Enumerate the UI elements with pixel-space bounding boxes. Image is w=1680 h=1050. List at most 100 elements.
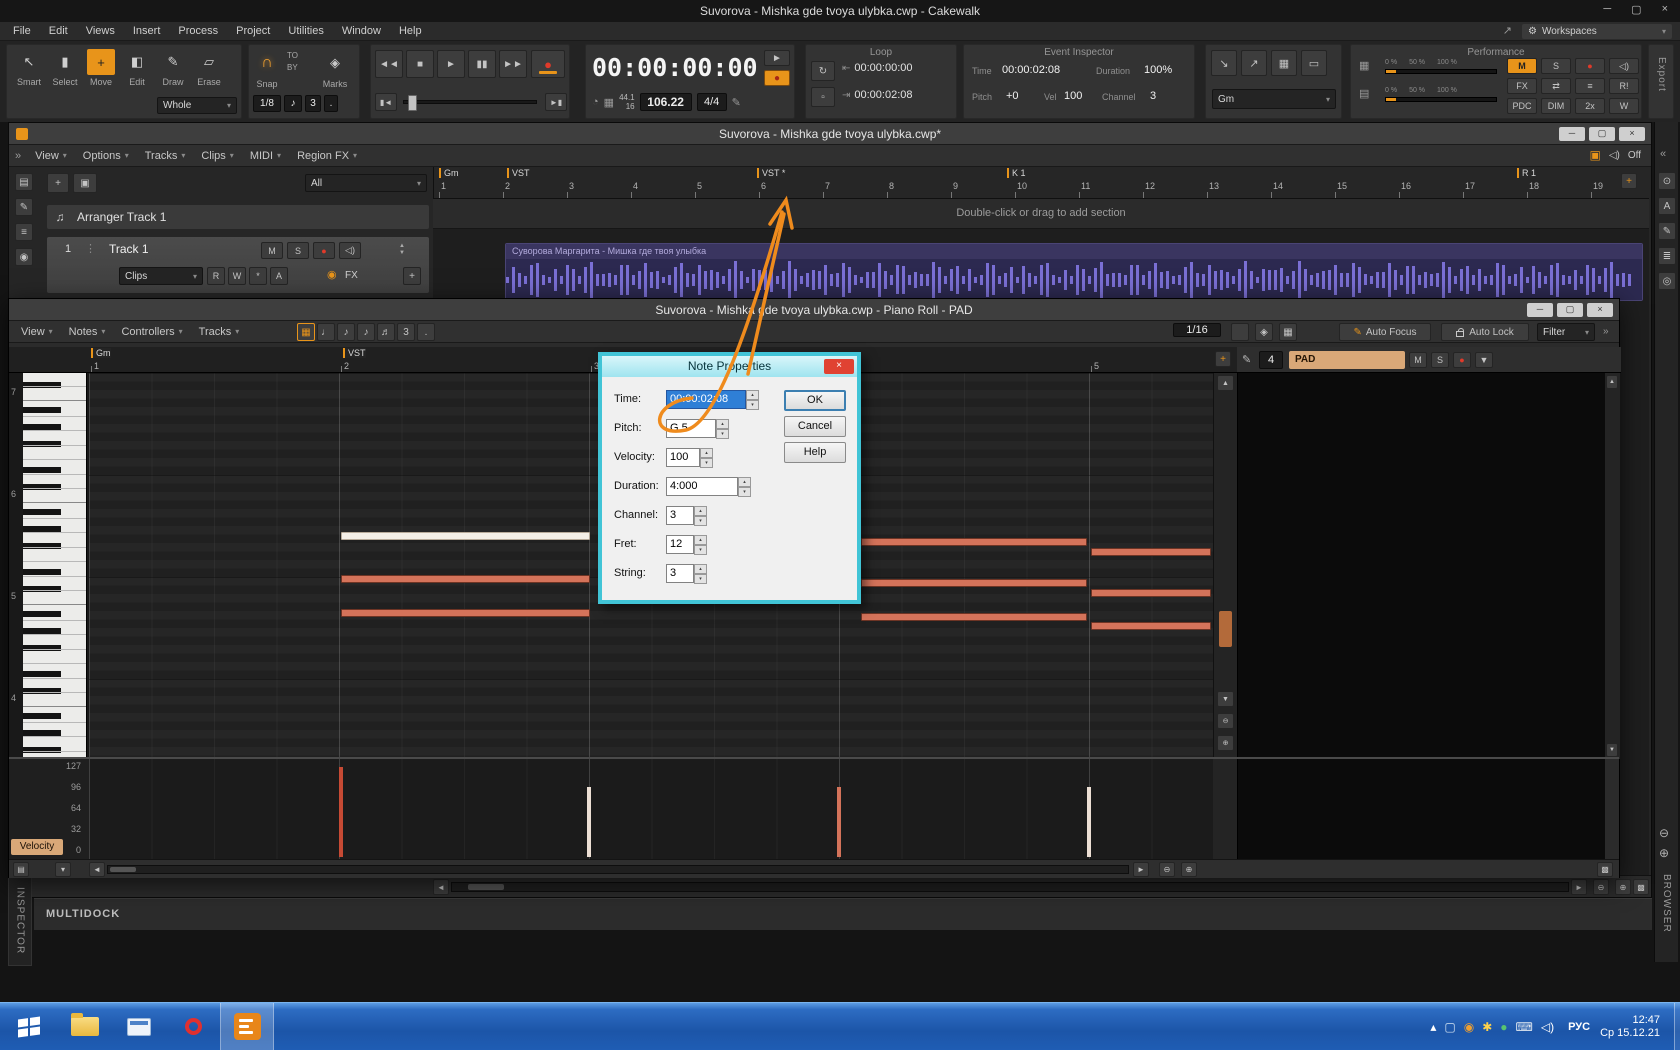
black-key[interactable] [23,568,61,575]
perf-button-1-1[interactable]: ⇄ [1541,78,1571,94]
track-mute-button[interactable]: M [261,242,283,259]
audio-clip[interactable]: Суворова Маргарита - Мишка где твоя улыб… [505,243,1643,301]
zoom-grid-icon[interactable]: ▩ [1633,879,1649,895]
note-tool-2[interactable]: ♪ [337,323,355,341]
ok-button[interactable]: OK [784,390,846,411]
position-slider-thumb[interactable] [408,95,417,111]
spin-down-icon[interactable]: ▾ [746,400,759,410]
zoom-in-icon[interactable]: ⊕ [1659,846,1669,860]
taskbar-explorer-button[interactable] [58,1003,112,1050]
meter-value[interactable]: 4/4 [696,93,727,111]
snap-dot-button[interactable]: . [324,95,338,112]
scroll-right-icon[interactable]: ► [1571,879,1587,895]
perf-button-1-2[interactable]: ≡ [1575,78,1605,94]
spin-down-icon[interactable]: ▾ [694,516,707,526]
mini-record-button[interactable]: ● [764,70,790,86]
restore-button[interactable]: ▢ [1589,127,1615,141]
show-desktop-button[interactable] [1674,1003,1680,1050]
perf-button-2-0[interactable]: PDC [1507,98,1537,114]
black-key[interactable] [23,543,61,549]
spinner[interactable]: ▴ ▾ [746,390,759,410]
velocity-bar[interactable] [339,767,343,857]
spin-up-icon[interactable]: ▴ [694,506,707,516]
inspector-tab[interactable]: INSPECTOR [8,876,32,966]
scrollbar-thumb[interactable] [1219,611,1232,647]
browser-tab[interactable]: BROWSER [1661,874,1672,933]
pencil-icon[interactable]: ✎ [1242,353,1251,366]
tray-icon-2[interactable]: ◉ [1464,1020,1474,1034]
auto-focus-button[interactable]: ✎ Auto Focus [1339,323,1431,341]
menu-edit[interactable]: Edit [49,25,68,37]
expand-icon[interactable]: ↗ [1503,24,1512,37]
spin-up-icon[interactable]: ▴ [716,419,729,429]
tray-icon-1[interactable]: ▢ [1444,1020,1455,1034]
scroll-up-icon[interactable]: ▲ [1606,375,1618,389]
velocity-bar[interactable] [587,787,591,857]
minimize-icon[interactable]: ─ [1603,3,1611,16]
scrollbar-thumb[interactable] [468,884,504,890]
ruler-add-icon[interactable]: + [1621,173,1637,189]
loop-start-row[interactable]: ⇤ 00:00:00:00 [842,62,913,74]
go-to-end-button[interactable]: ►▮ [545,93,567,111]
spinner[interactable]: ▴ ▾ [694,506,707,526]
loop-icon[interactable]: ↻ [811,61,835,81]
marker-gm[interactable]: Gm [439,168,459,178]
loop-end-value[interactable]: 00:00:02:08 [854,89,912,101]
scroll-down-icon[interactable]: ▼ [1606,743,1618,757]
menu-window[interactable]: Window [342,25,381,37]
tv-side-icon-3[interactable]: ◉ [15,248,33,266]
add-fx-button[interactable]: + [403,267,421,285]
field-input[interactable]: 12 [666,535,694,554]
perf-button-0-0[interactable]: M [1507,58,1537,74]
flag-icon[interactable]: ◈ [1255,323,1273,341]
tv-menu-region-fx[interactable]: Region FX ▾ [297,150,357,162]
arranger-strip[interactable]: Double-click or drag to add section [433,199,1649,229]
tv-menu-midi[interactable]: MIDI ▾ [250,150,281,162]
prev-marker-icon[interactable]: ↘ [1211,50,1237,76]
midi-note-selected[interactable] [341,532,590,540]
dialog-titlebar[interactable]: Note Properties × [602,356,857,377]
spinner[interactable]: ▴ ▾ [716,419,729,439]
taskbar-cakewalk-button[interactable] [220,1002,274,1050]
midi-note[interactable] [341,575,590,583]
piano-octave-5[interactable] [23,503,86,605]
taskbar-clock[interactable]: 12:47 Ср 15.12.21 [1600,1014,1660,1040]
scroll-down-icon[interactable]: ▼ [1217,691,1234,707]
ei-duration-value[interactable]: 100% [1144,64,1172,76]
vertical-scrollbar[interactable]: ▲ ▼ ⊖ ⊕ [1213,373,1237,759]
midi-note[interactable] [861,613,1087,621]
mini-play-button[interactable]: ► [764,50,790,66]
snap-note-icon[interactable]: ♪ [284,95,302,112]
chevron-left-icon[interactable]: « [1660,148,1666,160]
timeline-ruler[interactable]: 1 2 3 4 5 6 7 8 9 10 11 12 13 14 15 16 17 18 19 Gm VST VST * K… [433,167,1649,199]
spin-down-icon[interactable]: ▾ [694,545,707,555]
black-key[interactable] [23,407,61,413]
ei-vel-value[interactable]: 100 [1064,90,1082,102]
restore-button[interactable]: ▢ [1557,303,1583,317]
snap-by[interactable]: BY [287,62,298,74]
snap-resolution[interactable]: 1/8 [253,95,281,112]
now-time-display[interactable]: 00:00:00:00 [592,50,758,84]
black-key[interactable] [23,611,61,617]
tv-menu-clips[interactable]: Clips ▾ [201,150,233,162]
pause-button[interactable]: ▮▮ [468,50,496,78]
filter-dropdown[interactable]: Filter ▾ [1537,323,1595,341]
track-solo-button[interactable]: S [287,242,309,259]
tray-icon-5[interactable]: ⌨ [1516,1020,1533,1034]
piano-octave-6[interactable] [23,401,86,503]
menu-help[interactable]: Help [399,25,422,37]
velocity-lane[interactable] [89,759,1213,859]
grid-icon[interactable]: ▦ [1279,323,1297,341]
scrollbar-thumb[interactable] [110,867,136,872]
pencil-icon[interactable]: ✎ [732,96,741,109]
note-tool-1[interactable]: ♩ [317,323,335,341]
menu-process[interactable]: Process [178,25,218,37]
field-input[interactable]: G 5 [666,419,716,438]
pr-menu-controllers[interactable]: Controllers ▾ [121,326,182,338]
midi-note[interactable] [1091,548,1211,556]
spin-up-icon[interactable]: ▴ [700,448,713,458]
spinner[interactable]: ▴ ▾ [694,535,707,555]
zoom-in-icon[interactable]: ⊕ [1217,735,1234,751]
loop-end-row[interactable]: ⇥ 00:00:02:08 [842,89,913,101]
taskbar-app-button[interactable] [112,1003,166,1050]
